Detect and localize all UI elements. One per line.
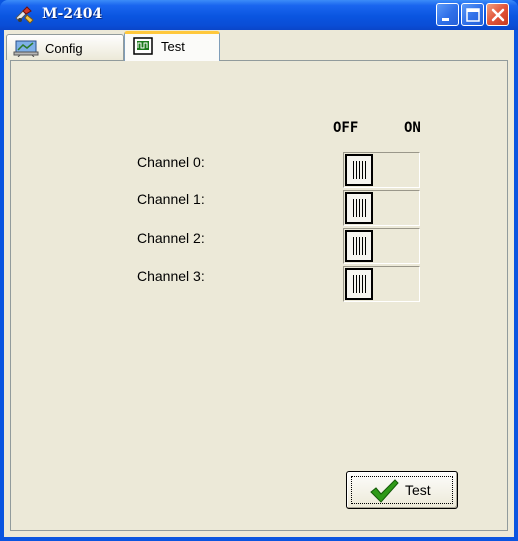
channel-2-switch[interactable]	[343, 228, 420, 264]
channel-1-label: Channel 1:	[137, 191, 205, 207]
app-icon	[15, 6, 34, 24]
tab-config[interactable]: Config	[6, 34, 124, 60]
switch-knob[interactable]	[345, 268, 373, 300]
off-column-header: OFF	[333, 120, 359, 136]
focus-rectangle	[351, 476, 453, 504]
switch-knob[interactable]	[345, 192, 373, 224]
maximize-icon	[466, 8, 480, 22]
channel-3-switch[interactable]	[343, 266, 420, 302]
channel-3-label: Channel 3:	[137, 268, 205, 284]
test-tab-icon	[133, 37, 153, 55]
on-column-header: ON	[404, 120, 421, 136]
test-tab-panel	[10, 60, 508, 531]
tab-test-label: Test	[161, 39, 185, 54]
channel-0-label: Channel 0:	[137, 154, 205, 170]
dialog-window: M-2404 Config Test OFF ON Channel 0: Cha…	[0, 0, 518, 541]
channel-1-switch[interactable]	[343, 190, 420, 226]
minimize-button[interactable]	[436, 3, 459, 26]
tab-config-label: Config	[45, 41, 83, 56]
switch-knob[interactable]	[345, 230, 373, 262]
test-button-label: Test	[405, 482, 431, 498]
maximize-button[interactable]	[461, 3, 484, 26]
title-bar[interactable]: M-2404	[0, 0, 518, 30]
test-button[interactable]: Test	[346, 471, 458, 509]
config-tab-icon	[13, 40, 39, 57]
switch-knob[interactable]	[345, 154, 373, 186]
minimize-icon	[442, 18, 449, 21]
tab-test[interactable]: Test	[124, 31, 220, 61]
channel-0-switch[interactable]	[343, 152, 420, 188]
channel-2-label: Channel 2:	[137, 230, 205, 246]
close-icon	[491, 8, 505, 22]
close-button[interactable]	[486, 3, 509, 26]
checkmark-icon	[370, 479, 399, 503]
window-title: M-2404	[42, 6, 103, 22]
